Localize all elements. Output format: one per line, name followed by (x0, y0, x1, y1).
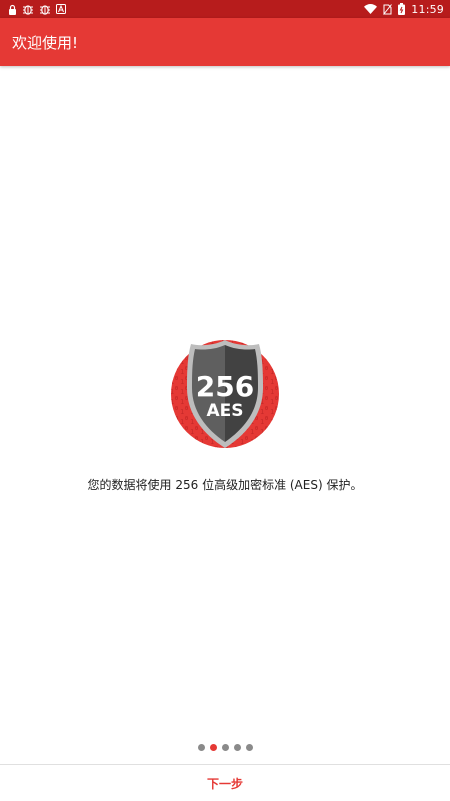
page-dot-active[interactable] (209, 744, 217, 751)
page-dot[interactable] (221, 744, 229, 751)
bug-icon (39, 3, 51, 15)
a-icon (56, 3, 66, 15)
shield-icon: 1 0 256 AES (171, 340, 279, 448)
no-sim-icon (383, 3, 393, 15)
next-button[interactable]: 下一步 (0, 765, 450, 801)
lock-icon (8, 3, 17, 15)
battery-icon (398, 3, 406, 15)
page-dot[interactable] (197, 744, 205, 751)
app-bar: 欢迎使用! (0, 18, 450, 66)
encryption-message: 您的数据将使用 256 位高级加密标准 (AES) 保护。 (87, 478, 363, 492)
wifi-icon (364, 3, 378, 15)
page-title: 欢迎使用! (12, 33, 79, 52)
badge-text: AES (206, 401, 243, 421)
page-dot[interactable] (245, 744, 253, 751)
aes-badge: 1 0 256 AES (0, 336, 450, 448)
bug-icon (22, 3, 34, 15)
clock-time: 11:59 (411, 2, 444, 16)
badge-number: 256 (196, 370, 254, 403)
status-bar: 11:59 (0, 0, 450, 18)
page-dot[interactable] (233, 744, 241, 751)
page-indicator (0, 744, 450, 752)
